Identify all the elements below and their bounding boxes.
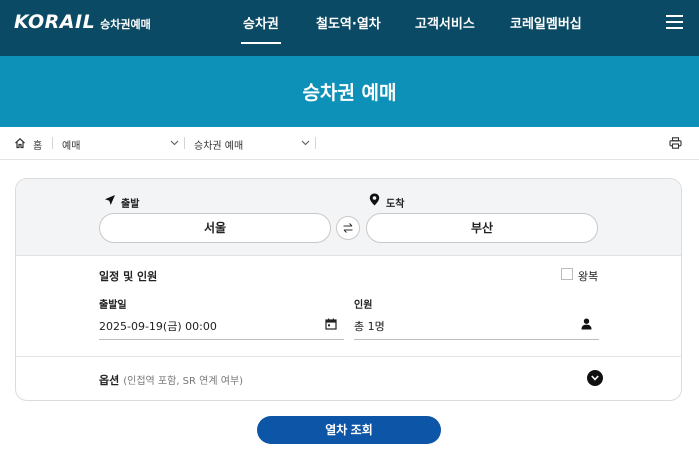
chevron-down-icon[interactable] bbox=[170, 138, 179, 147]
route-section: 출발 도착 서울 부산 bbox=[16, 179, 681, 256]
breadcrumb-level1[interactable]: 예매 bbox=[62, 137, 80, 152]
roundtrip-label[interactable]: 왕복 bbox=[578, 268, 598, 284]
logo-subtitle: 승차권예매 bbox=[100, 17, 151, 31]
departure-date-label: 출발일 bbox=[99, 300, 127, 311]
passengers-value[interactable]: 총 1명 bbox=[354, 318, 385, 334]
hamburger-icon[interactable] bbox=[666, 15, 683, 29]
swap-icon bbox=[343, 223, 353, 233]
arrival-label: 도착 bbox=[386, 199, 405, 210]
roundtrip-checkbox[interactable] bbox=[561, 268, 573, 280]
options-toggle-row[interactable]: 옵션 (인접역 포함, SR 연계 여부) bbox=[99, 372, 243, 388]
page-banner: 승차권 예매 bbox=[0, 56, 699, 127]
chevron-down-icon bbox=[591, 375, 599, 381]
nav-item-stations-trains[interactable]: 철도역·열차 bbox=[316, 13, 381, 32]
nav-item-customer-service[interactable]: 고객서비스 bbox=[415, 13, 475, 32]
location-pin-icon bbox=[369, 193, 380, 206]
options-expand-button[interactable] bbox=[587, 370, 603, 386]
korail-logo[interactable]: KORAIL 승차권예매 bbox=[14, 10, 151, 34]
top-navigation: KORAIL 승차권예매 승차권 철도역·열차 고객서비스 코레일멤버십 bbox=[0, 0, 699, 56]
calendar-icon[interactable] bbox=[325, 318, 337, 330]
departure-arrow-icon bbox=[105, 195, 115, 205]
page-title: 승차권 예매 bbox=[302, 82, 397, 104]
departure-label: 출발 bbox=[121, 199, 140, 210]
schedule-section-title: 일정 및 인원 bbox=[99, 270, 158, 283]
breadcrumb-level2[interactable]: 승차권 예매 bbox=[194, 137, 243, 152]
person-icon[interactable] bbox=[581, 318, 592, 330]
breadcrumb-home[interactable]: 홈 bbox=[33, 137, 42, 152]
departure-date-value[interactable]: 2025-09-19(금) 00:00 bbox=[99, 318, 217, 334]
options-subtitle: (인접역 포함, SR 연계 여부) bbox=[123, 376, 244, 387]
logo-text: KORAIL bbox=[14, 11, 96, 33]
home-icon[interactable] bbox=[14, 137, 26, 149]
arrival-station-field[interactable]: 부산 bbox=[366, 213, 598, 243]
options-title: 옵션 bbox=[99, 374, 120, 387]
search-trains-button[interactable]: 열차 조회 bbox=[257, 416, 441, 444]
departure-station-field[interactable]: 서울 bbox=[99, 213, 331, 243]
nav-item-tickets[interactable]: 승차권 bbox=[241, 13, 281, 44]
chevron-down-icon[interactable] bbox=[301, 138, 310, 147]
passengers-label: 인원 bbox=[354, 300, 373, 311]
nav-item-membership[interactable]: 코레일멤버십 bbox=[510, 13, 582, 32]
breadcrumb: 홈 예매 승차권 예매 bbox=[0, 127, 699, 160]
swap-stations-button[interactable] bbox=[336, 216, 360, 240]
printer-icon[interactable] bbox=[669, 137, 682, 149]
booking-form: 출발 도착 서울 부산 일정 및 인원 왕복 출발일 2025-09-19(금)… bbox=[15, 178, 682, 401]
